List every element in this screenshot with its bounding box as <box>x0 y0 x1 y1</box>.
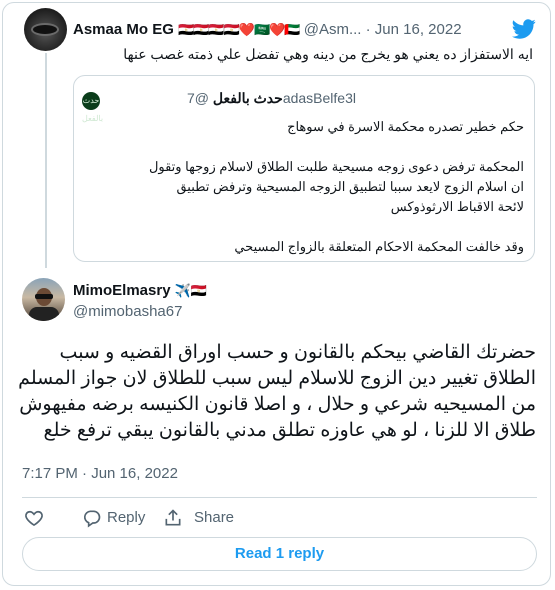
quoted-tweet-header: حدث بالفعل @7adasBelfe3l <box>187 90 356 110</box>
avatar-shirt-shape <box>29 307 59 321</box>
parent-author-name[interactable]: Asmaa Mo EG <box>73 21 174 38</box>
quoted-line-5: لائحة الاقباط الارثوذوكس <box>390 199 524 214</box>
reply-button[interactable]: Reply <box>82 506 172 530</box>
tweet-embed-card: Asmaa Mo EG 🇪🇬🇪🇬🇪🇬🇪🇬❤️🇸🇦❤️🇦🇪 @Asm... · J… <box>2 2 551 586</box>
quoted-line-1: حكم خطير تصدره محكمة الاسرة في سوهاج <box>287 119 524 134</box>
quoted-line-3: المحكمة ترفض دعوى زوجه مسيحية طلبت الطلا… <box>148 159 524 174</box>
parent-tweet-text: ايه الاستفزاز ده يعني هو يخرج من دينه وه… <box>123 46 533 62</box>
actions-divider <box>22 497 537 498</box>
parent-author-flags: 🇪🇬🇪🇬🇪🇬🇪🇬❤️🇸🇦❤️🇦🇪 <box>178 22 300 37</box>
tweet-timestamp[interactable]: 7:17 PM · Jun 16, 2022 <box>22 465 178 482</box>
main-author-name[interactable]: MimoElmasry <box>73 282 171 299</box>
main-author-handle[interactable]: @mimobasha67 <box>73 303 182 320</box>
avatar-eye-shape <box>33 25 57 34</box>
main-author-name-row[interactable]: MimoElmasry ✈️🇪🇬 <box>73 282 207 299</box>
parent-tweet-date[interactable]: Jun 16, 2022 <box>375 21 462 38</box>
quoted-line-7: وقد خالفت المحكمة الاحكام المتعلقة بالزو… <box>234 239 524 254</box>
parent-author-handle[interactable]: @Asm... <box>304 21 362 38</box>
reply-icon <box>83 510 101 528</box>
quoted-tweet-card[interactable]: حدث بالفعل حدث بالفعل @7adasBelfe3l حكم … <box>73 75 535 262</box>
main-tweet-text: حضرتك القاضي بيحكم بالقانون و حسب اوراق … <box>18 342 536 441</box>
heart-icon <box>25 510 43 527</box>
main-author-avatar[interactable] <box>22 278 65 321</box>
share-icon <box>165 509 181 526</box>
quoted-tweet-text: حكم خطير تصدره محكمة الاسرة في سوهاج الم… <box>84 117 524 257</box>
avatar-glasses-shape <box>35 294 53 299</box>
reply-label: Reply <box>107 509 146 526</box>
quoted-author-avatar[interactable]: حدث بالفعل <box>82 92 103 123</box>
twitter-bird-icon[interactable] <box>512 17 536 41</box>
quoted-author-name[interactable]: حدث بالفعل <box>213 90 283 106</box>
main-author-emoji: ✈️🇪🇬 <box>174 283 208 298</box>
quoted-line-4: ان اسلام الزوج لايعد سببا لتطبيق الزوجه … <box>176 179 524 194</box>
share-button[interactable]: Share <box>163 506 253 530</box>
parent-tweet-header: Asmaa Mo EG 🇪🇬🇪🇬🇪🇬🇪🇬❤️🇸🇦❤️🇦🇪 @Asm... · J… <box>73 21 513 41</box>
like-button[interactable] <box>24 506 48 530</box>
header-separator: · <box>365 21 371 38</box>
read-replies-button[interactable]: Read 1 reply <box>22 537 537 571</box>
thread-connector-line <box>45 53 47 268</box>
share-label: Share <box>194 509 235 526</box>
